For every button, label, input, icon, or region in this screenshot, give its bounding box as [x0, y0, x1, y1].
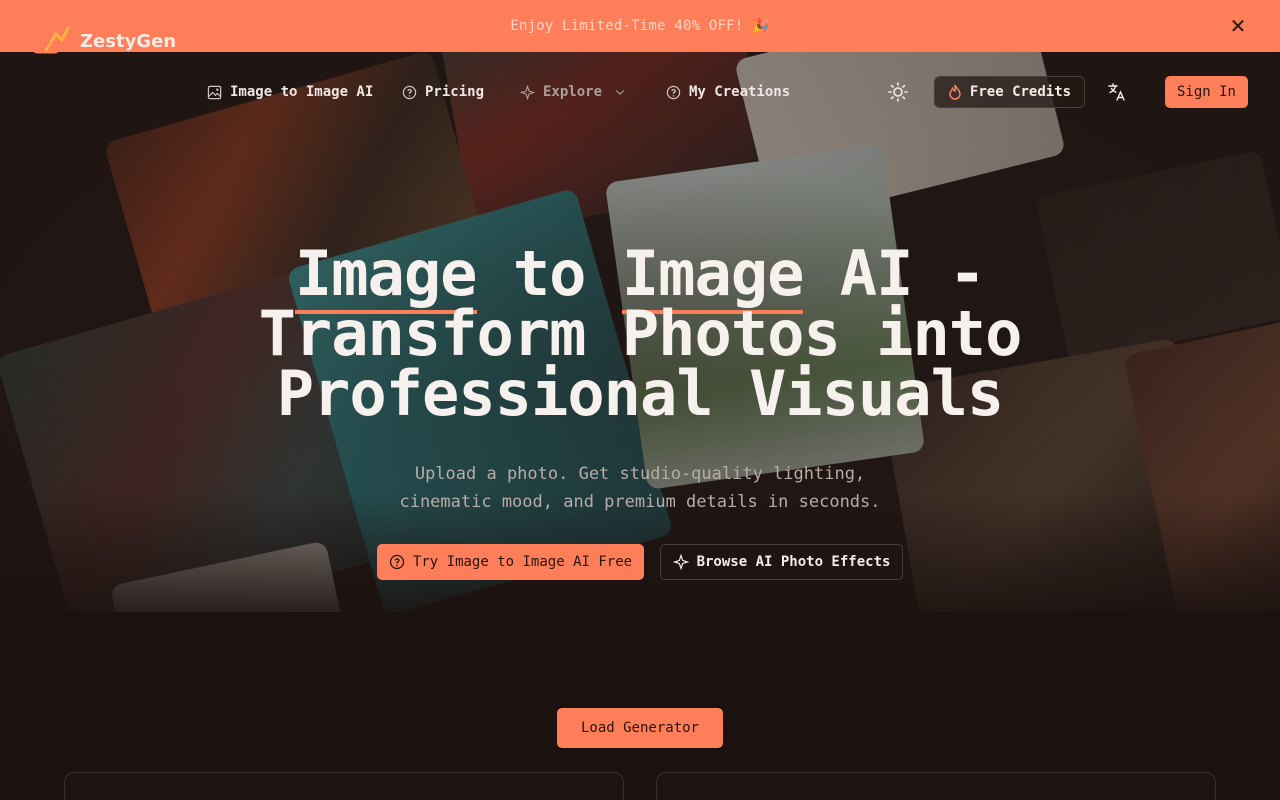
nav-image-to-image[interactable]: Image to Image AI [207, 84, 373, 100]
load-generator-button[interactable]: Load Generator [557, 708, 723, 748]
title-line-3: Professional Visuals [276, 357, 1005, 430]
promo-banner: Enjoy Limited-Time 40% OFF! 🎉 ✕ [0, 0, 1280, 52]
nav-explore-dropdown[interactable]: Explore [520, 84, 626, 100]
sparkle-icon [672, 554, 689, 570]
brand-logo[interactable]: ZestyGen [32, 26, 176, 56]
chevron-down-icon [615, 90, 625, 96]
generator-panel-right [656, 772, 1216, 800]
sparkle-icon [520, 84, 535, 100]
sun-icon[interactable] [888, 82, 908, 102]
title-line-2: Transform Photos into [258, 297, 1023, 370]
hero-title: Image to Image AI - Transform Photos int… [0, 237, 1280, 430]
logo-icon [32, 26, 70, 54]
free-credits-label: Free Credits [969, 84, 1072, 100]
subtitle-line-2: cinematic mood, and premium details in s… [399, 492, 881, 512]
help-circle-icon [402, 85, 417, 99]
subtitle-line-1: Upload a photo. Get studio-quality light… [414, 464, 866, 484]
brand-name: ZestyGen [80, 30, 177, 52]
browse-effects-button[interactable]: Browse AI Photo Effects [660, 544, 903, 580]
nav-item-label: Image to Image AI [230, 84, 374, 100]
promo-text: Enjoy Limited-Time 40% OFF! 🎉 [510, 18, 770, 34]
nav-item-label: Explore [543, 84, 603, 100]
nav-my-creations[interactable]: My Creations [666, 84, 790, 100]
help-circle-icon [389, 554, 405, 570]
close-icon[interactable]: ✕ [1228, 16, 1248, 36]
hero-subtitle: Upload a photo. Get studio-quality light… [0, 460, 1280, 516]
try-free-button[interactable]: Try Image to Image AI Free [377, 544, 644, 580]
translate-icon[interactable] [1108, 83, 1126, 101]
generator-panel-left [64, 772, 624, 800]
free-credits-button[interactable]: Free Credits [934, 76, 1085, 108]
try-free-label: Try Image to Image AI Free [412, 554, 633, 570]
browse-effects-label: Browse AI Photo Effects [696, 554, 891, 570]
nav-item-label: My Creations [689, 84, 791, 100]
nav-item-label: Pricing [425, 84, 485, 100]
sign-in-button[interactable]: Sign In [1165, 76, 1248, 108]
flame-icon [949, 84, 961, 100]
nav-pricing[interactable]: Pricing [402, 84, 484, 100]
image-icon [207, 85, 222, 99]
help-circle-icon [666, 85, 681, 99]
